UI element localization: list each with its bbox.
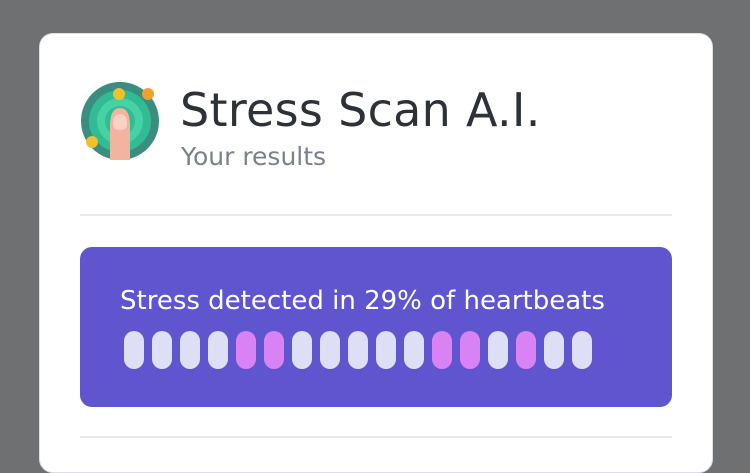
normal-heartbeat bbox=[320, 331, 340, 369]
results-subtitle: Your results bbox=[181, 142, 327, 171]
top-divider bbox=[80, 214, 672, 216]
normal-heartbeat bbox=[572, 331, 592, 369]
stress-summary: Stress detected in 29% of heartbeats bbox=[120, 286, 605, 316]
stress-heartbeat bbox=[460, 331, 480, 369]
normal-heartbeat bbox=[404, 331, 424, 369]
stress-heartbeat bbox=[516, 331, 536, 369]
bottom-divider bbox=[80, 436, 672, 438]
normal-heartbeat bbox=[208, 331, 228, 369]
stress-heartbeat bbox=[432, 331, 452, 369]
normal-heartbeat bbox=[376, 331, 396, 369]
normal-heartbeat bbox=[152, 331, 172, 369]
normal-heartbeat bbox=[124, 331, 144, 369]
heartbeat-indicator-list bbox=[124, 331, 592, 369]
stress-result-panel: Stress detected in 29% of heartbeats bbox=[80, 247, 672, 407]
results-card: Stress Scan A.I. Your results Stress det… bbox=[39, 33, 713, 473]
normal-heartbeat bbox=[180, 331, 200, 369]
normal-heartbeat bbox=[292, 331, 312, 369]
app-header: Stress Scan A.I. Your results bbox=[80, 78, 680, 178]
stress-heartbeat bbox=[236, 331, 256, 369]
normal-heartbeat bbox=[544, 331, 564, 369]
normal-heartbeat bbox=[488, 331, 508, 369]
stress-heartbeat bbox=[264, 331, 284, 369]
app-title: Stress Scan A.I. bbox=[180, 83, 541, 137]
finger-scan-icon bbox=[81, 82, 159, 160]
normal-heartbeat bbox=[348, 331, 368, 369]
